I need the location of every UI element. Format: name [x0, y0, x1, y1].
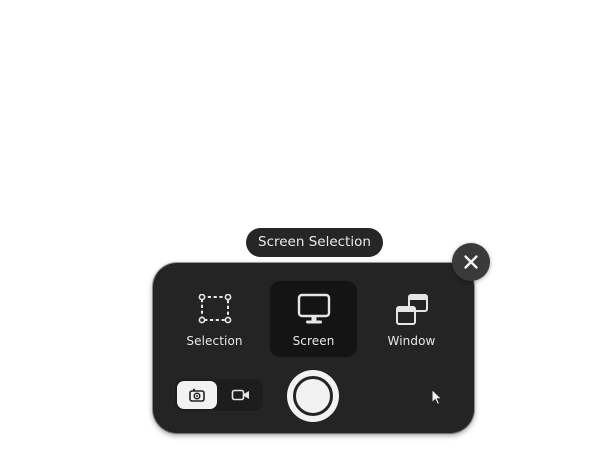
capture-type-toggle [175, 379, 263, 411]
show-pointer-toggle[interactable] [423, 383, 451, 411]
mouse-pointer-icon [431, 389, 443, 405]
mode-window-label: Window [387, 334, 436, 348]
screencast-toggle-button[interactable] [221, 381, 261, 409]
monitor-icon [297, 293, 330, 324]
shutter-icon [293, 376, 333, 416]
screenshot-ui-overlay: Screen Selection Selection Screen Window [0, 0, 597, 460]
selection-rectangle-icon [198, 294, 231, 324]
mode-screen-button[interactable]: Screen [270, 281, 357, 357]
capture-button[interactable] [287, 370, 339, 422]
camera-icon [189, 388, 205, 402]
screenshot-panel: Selection Screen Window [153, 263, 474, 433]
mode-screen-label: Screen [292, 334, 335, 348]
window-icon [395, 294, 428, 325]
mode-selection-button[interactable]: Selection [171, 281, 258, 357]
close-icon [464, 255, 478, 269]
screenshot-toggle-button[interactable] [177, 381, 217, 409]
mode-window-button[interactable]: Window [368, 281, 455, 357]
mode-selection-label: Selection [186, 334, 243, 348]
video-camera-icon [231, 389, 249, 401]
mode-tooltip: Screen Selection [246, 228, 383, 257]
close-button[interactable] [452, 243, 490, 281]
